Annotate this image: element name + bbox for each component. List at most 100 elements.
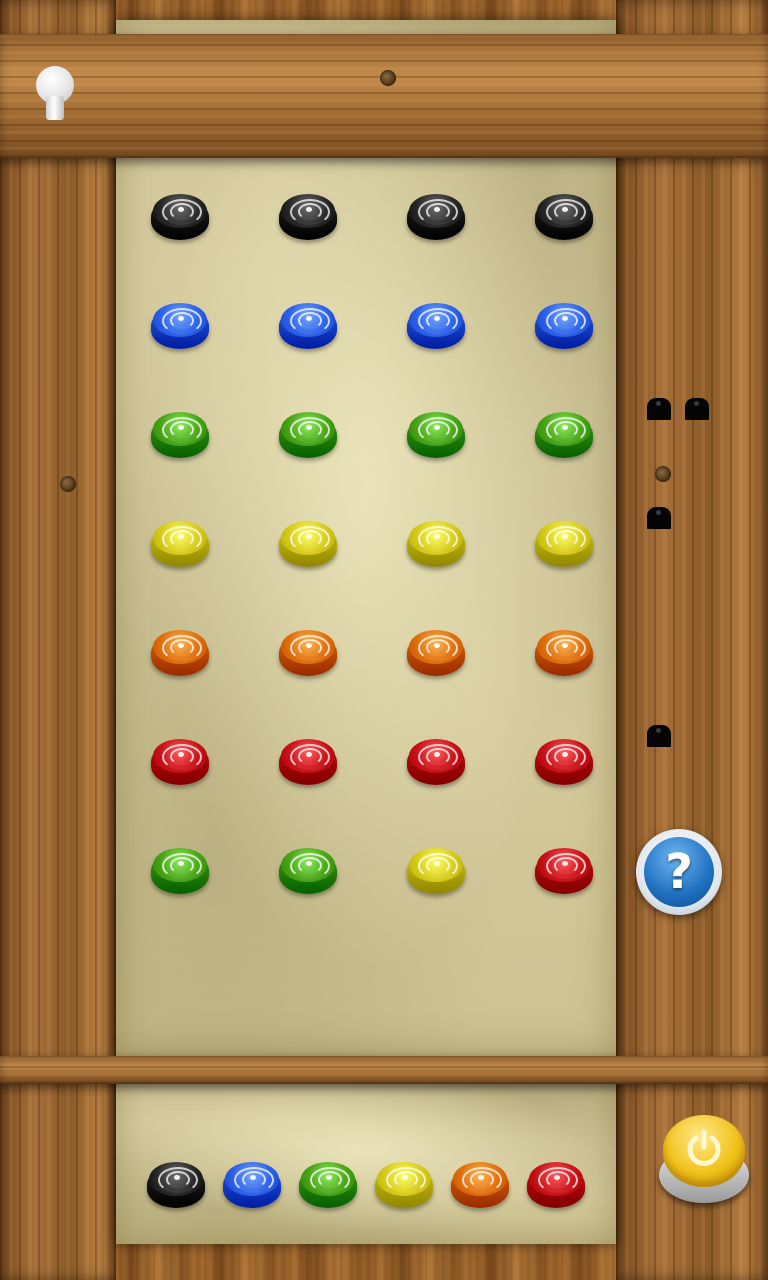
peg-green	[151, 846, 211, 896]
peg-top	[281, 412, 335, 446]
peg-top	[281, 194, 335, 228]
peg-top	[153, 630, 207, 664]
peg-top	[409, 630, 463, 664]
power-button[interactable]	[657, 1113, 751, 1205]
lightbulb-icon[interactable]	[33, 66, 77, 124]
peg-highlight	[326, 1175, 332, 1180]
power-icon	[687, 1129, 721, 1166]
peg-highlight	[306, 752, 312, 757]
peg-highlight	[306, 643, 312, 648]
feedback-pin-black	[647, 725, 671, 747]
peg-top	[529, 1162, 583, 1196]
peg-black	[279, 192, 339, 242]
help-button-label: ?	[644, 837, 714, 907]
peg-red	[151, 737, 211, 787]
peg-highlight	[306, 534, 312, 539]
peg-top	[377, 1162, 431, 1196]
peg-highlight	[562, 316, 568, 321]
peg-top	[149, 1162, 203, 1196]
peg-yellow	[151, 519, 211, 569]
peg-top	[153, 412, 207, 446]
peg-top	[409, 739, 463, 773]
feedback-pin-black	[685, 398, 709, 420]
right-plank	[616, 0, 768, 1280]
peg-top	[281, 848, 335, 882]
peg-highlight	[174, 1175, 180, 1180]
peg-highlight	[434, 316, 440, 321]
peg-top	[537, 194, 591, 228]
peg-highlight	[178, 207, 184, 212]
peg-highlight	[178, 316, 184, 321]
peg-red	[407, 737, 467, 787]
peg-red	[279, 737, 339, 787]
peg-highlight	[306, 425, 312, 430]
peg-highlight	[562, 752, 568, 757]
peg-highlight	[434, 207, 440, 212]
peg-orange	[407, 628, 467, 678]
palette-peg-green[interactable]	[299, 1160, 359, 1210]
peg-blue	[535, 301, 595, 351]
peg-highlight	[178, 534, 184, 539]
peg-top	[453, 1162, 507, 1196]
peg-top	[225, 1162, 279, 1196]
middle-plank	[0, 1056, 768, 1084]
peg-top	[537, 521, 591, 555]
peg-yellow	[407, 519, 467, 569]
peg-top	[537, 303, 591, 337]
peg-black	[535, 192, 595, 242]
peg-highlight	[434, 643, 440, 648]
top-plank	[0, 34, 768, 158]
peg-top	[409, 194, 463, 228]
peg-blue	[151, 301, 211, 351]
peg-top	[301, 1162, 355, 1196]
peg-orange	[279, 628, 339, 678]
peg-highlight	[562, 643, 568, 648]
peg-top	[281, 521, 335, 555]
peg-blue	[407, 301, 467, 351]
peg-highlight	[306, 861, 312, 866]
palette-peg-blue[interactable]	[223, 1160, 283, 1210]
peg-highlight	[562, 861, 568, 866]
peg-highlight	[178, 643, 184, 648]
peg-top	[537, 630, 591, 664]
peg-top	[153, 739, 207, 773]
peg-top	[153, 848, 207, 882]
help-button[interactable]: ?	[636, 829, 722, 915]
peg-top	[281, 739, 335, 773]
left-plank	[0, 0, 116, 1280]
nail	[60, 476, 76, 492]
peg-highlight	[562, 534, 568, 539]
peg-black	[407, 192, 467, 242]
palette-peg-black[interactable]	[147, 1160, 207, 1210]
peg-red	[535, 737, 595, 787]
peg-yellow	[535, 519, 595, 569]
peg-orange	[151, 628, 211, 678]
peg-blue	[279, 301, 339, 351]
peg-black	[151, 192, 211, 242]
peg-green	[279, 410, 339, 460]
peg-top	[281, 630, 335, 664]
peg-green	[535, 410, 595, 460]
peg-top	[153, 521, 207, 555]
peg-green	[407, 410, 467, 460]
peg-orange	[535, 628, 595, 678]
palette-peg-yellow[interactable]	[375, 1160, 435, 1210]
feedback-pin-black	[647, 507, 671, 529]
peg-highlight	[562, 207, 568, 212]
peg-highlight	[178, 752, 184, 757]
peg-top	[537, 848, 591, 882]
palette-peg-red[interactable]	[527, 1160, 587, 1210]
peg-yellow	[407, 846, 467, 896]
peg-highlight	[434, 425, 440, 430]
peg-top	[153, 303, 207, 337]
peg-top	[409, 412, 463, 446]
peg-highlight	[306, 207, 312, 212]
palette-peg-orange[interactable]	[451, 1160, 511, 1210]
peg-green	[151, 410, 211, 460]
peg-top	[537, 412, 591, 446]
peg-top	[537, 739, 591, 773]
peg-highlight	[306, 316, 312, 321]
peg-top	[409, 521, 463, 555]
peg-highlight	[562, 425, 568, 430]
nail	[380, 70, 396, 86]
